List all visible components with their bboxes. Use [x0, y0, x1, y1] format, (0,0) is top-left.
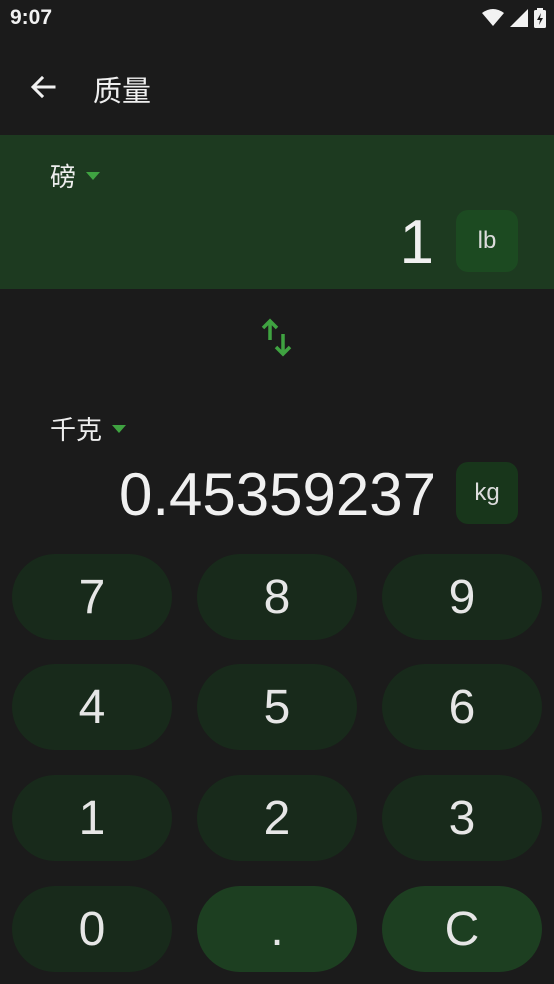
- status-bar: 9:07: [0, 0, 554, 38]
- wifi-icon: [482, 9, 504, 26]
- to-value: 0.45359237: [119, 461, 436, 528]
- status-icons: [482, 8, 546, 28]
- key-9[interactable]: 9: [382, 554, 542, 640]
- from-unit-symbol: lb: [456, 210, 518, 272]
- top-app-bar: 质量: [0, 40, 554, 134]
- key-3[interactable]: 3: [382, 775, 542, 861]
- back-button[interactable]: [22, 66, 64, 108]
- key-2[interactable]: 2: [197, 775, 357, 861]
- to-unit-name: 千克: [50, 416, 103, 446]
- battery-icon: [534, 8, 546, 28]
- to-unit-symbol: kg: [456, 462, 518, 524]
- signal-icon: [510, 9, 528, 27]
- key-clear[interactable]: C: [382, 886, 542, 972]
- key-4[interactable]: 4: [12, 664, 172, 750]
- key-5[interactable]: 5: [197, 664, 357, 750]
- chevron-down-icon: [86, 171, 101, 180]
- arrow-left-icon: [30, 75, 56, 99]
- to-unit-dropdown[interactable]: 千克: [50, 410, 127, 447]
- from-unit-panel: 磅 1 lb: [0, 135, 554, 289]
- page-title: 质量: [93, 74, 152, 108]
- key-8[interactable]: 8: [197, 554, 357, 640]
- chevron-down-icon: [112, 424, 127, 433]
- swap-units-button[interactable]: [256, 316, 300, 360]
- from-unit-dropdown[interactable]: 磅: [50, 157, 101, 194]
- key-1[interactable]: 1: [12, 775, 172, 861]
- status-time: 9:07: [10, 6, 53, 29]
- swap-vertical-icon: [261, 318, 292, 357]
- key-decimal[interactable]: .: [197, 886, 357, 972]
- key-7[interactable]: 7: [12, 554, 172, 640]
- key-0[interactable]: 0: [12, 886, 172, 972]
- key-6[interactable]: 6: [382, 664, 542, 750]
- from-unit-name: 磅: [50, 163, 77, 193]
- from-value[interactable]: 1: [400, 207, 434, 278]
